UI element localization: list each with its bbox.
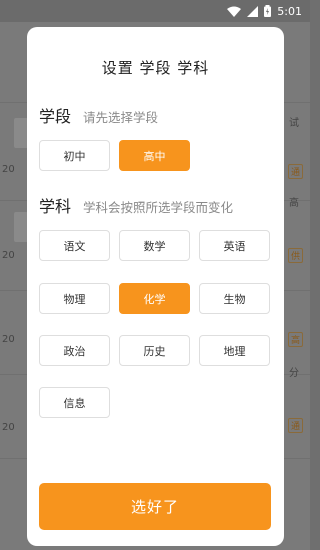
subject-option-history[interactable]: 历史: [119, 335, 190, 366]
bg-fragment: 20: [2, 164, 15, 175]
bg-tag: 通: [288, 164, 304, 179]
signal-icon: [247, 5, 259, 17]
subject-hint: 学科会按照所选学段而变化: [83, 200, 234, 215]
battery-icon: [264, 5, 272, 17]
bg-tag: 高: [288, 332, 304, 347]
status-bar: 5:01: [0, 0, 310, 22]
bg-fragment: 20: [2, 422, 15, 433]
dialog-title: 设置 学段 学科: [101, 59, 210, 77]
stage-subject-dialog: 设置 学段 学科 学段 请先选择学段 初中 高中 学科 学科会按照所选学段而变化…: [27, 27, 284, 546]
confirm-button[interactable]: 选好了: [39, 483, 271, 530]
bg-fragment: 20: [2, 334, 15, 345]
subject-option-chinese[interactable]: 语文: [39, 230, 110, 261]
subject-option-math[interactable]: 数学: [119, 230, 190, 261]
subject-label: 学科: [39, 197, 72, 216]
bg-tag: 通: [288, 418, 304, 433]
subject-option-english[interactable]: 英语: [199, 230, 270, 261]
bg-fragment: 分: [289, 368, 299, 379]
bg-fragment: 20: [2, 250, 15, 261]
bg-tag: 供: [288, 248, 304, 263]
subject-option-chemistry[interactable]: 化学: [119, 283, 190, 314]
stage-label: 学段: [39, 107, 72, 126]
bg-fragment: 高: [289, 198, 299, 209]
stage-option-senior[interactable]: 高中: [119, 140, 190, 171]
subject-option-biology[interactable]: 生物: [199, 283, 270, 314]
bg-fragment: 试: [289, 118, 299, 129]
subject-option-politics[interactable]: 政治: [39, 335, 110, 366]
subject-option-geography[interactable]: 地理: [199, 335, 270, 366]
subject-option-information[interactable]: 信息: [39, 387, 110, 418]
stage-option-junior[interactable]: 初中: [39, 140, 110, 171]
subject-option-physics[interactable]: 物理: [39, 283, 110, 314]
clock: 5:01: [277, 4, 302, 18]
stage-hint: 请先选择学段: [83, 110, 159, 125]
stage-section-header: 学段 请先选择学段: [39, 103, 158, 127]
subject-section-header: 学科 学科会按照所选学段而变化: [39, 193, 233, 217]
wifi-icon: [227, 6, 242, 17]
